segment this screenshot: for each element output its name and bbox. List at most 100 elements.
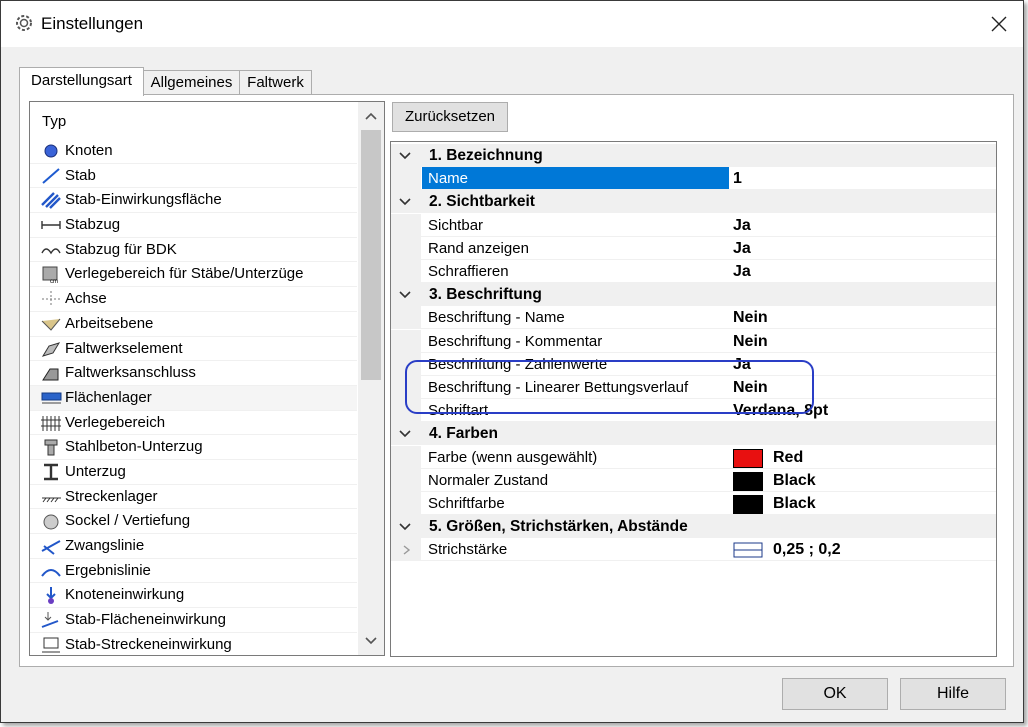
list-item[interactable]: Zwangslinie: [30, 534, 357, 559]
property-category[interactable]: 3. Beschriftung: [391, 283, 996, 307]
property-row[interactable]: Beschriftung - Name Nein: [391, 306, 996, 330]
list-item[interactable]: Stab-Streckeneinwirkung: [30, 633, 357, 655]
ok-button[interactable]: OK: [782, 678, 888, 710]
help-button[interactable]: Hilfe: [900, 678, 1006, 710]
list-item[interactable]: Stab-Flächeneinwirkung: [30, 608, 357, 633]
chevron-down-icon[interactable]: [398, 428, 412, 440]
list-item[interactable]: Stahlbeton-Unterzug: [30, 435, 357, 460]
close-icon: [991, 16, 1007, 32]
property-row[interactable]: Rand anzeigen Ja: [391, 236, 996, 260]
property-name: Beschriftung - Kommentar: [428, 332, 603, 350]
list-item-label: Verlegebereich für Stäbe/Unterzüge: [65, 265, 304, 283]
tab-darstellungsart[interactable]: Darstellungsart: [19, 67, 144, 96]
list-item[interactable]: Knoteneinwirkung: [30, 583, 357, 609]
property-name: Beschriftung - Linearer Bettungsverlauf: [428, 379, 689, 396]
row-divider: [421, 560, 996, 562]
property-value[interactable]: Nein: [733, 306, 768, 329]
gear-icon: [16, 15, 32, 31]
placement-area-bars-icon: cm: [42, 266, 58, 283]
list-item[interactable]: Stab-Einwirkungsfläche: [30, 188, 357, 214]
row-gutter: [391, 306, 421, 330]
list-item[interactable]: Arbeitsebene: [30, 312, 357, 337]
chevron-right-icon[interactable]: [400, 544, 414, 556]
settings-dialog: Einstellungen Darstellungsart Allgemeine…: [0, 0, 1024, 723]
list-item[interactable]: cm Verlegebereich für Stäbe/Unterzüge: [30, 262, 357, 288]
type-list-items: Knoten Stab Stab-Einwirkungsfläche Stabzug S…: [30, 139, 357, 655]
list-item-label: Ergebnislinie: [65, 561, 151, 579]
list-item[interactable]: Stabzug für BDK: [30, 238, 357, 263]
list-item[interactable]: Unterzug: [30, 460, 357, 485]
list-item[interactable]: Sockel / Vertiefung: [30, 509, 357, 534]
tab-faltwerk[interactable]: Faltwerk: [239, 70, 312, 95]
chevron-down-icon[interactable]: [398, 289, 412, 301]
property-name: Sichtbar: [428, 216, 484, 234]
list-item[interactable]: Ergebnislinie: [30, 559, 357, 584]
bar-chain-bdk-icon: [41, 248, 61, 255]
row-gutter: [391, 445, 421, 469]
list-item[interactable]: Verlegebereich: [30, 411, 357, 436]
property-row[interactable]: Schraffieren Ja: [391, 260, 996, 283]
property-category[interactable]: 1. Bezeichnung: [391, 144, 996, 167]
list-item[interactable]: Stab: [30, 164, 357, 189]
list-item[interactable]: Faltwerkselement: [30, 337, 357, 362]
property-row[interactable]: Sichtbar Ja: [391, 213, 996, 237]
property-value[interactable]: 1: [733, 167, 742, 190]
chevron-down-icon[interactable]: [398, 150, 412, 162]
property-category[interactable]: 5. Größen, Strichstärken, Abstände: [391, 515, 996, 539]
list-item-label: Stabzug: [65, 216, 121, 234]
property-row[interactable]: Beschriftung - Kommentar Nein: [391, 329, 996, 353]
row-gutter: [391, 213, 421, 237]
vertical-scrollbar[interactable]: [358, 102, 384, 655]
row-gutter: [391, 260, 421, 283]
work-plane-icon: [41, 318, 61, 331]
property-name: Name: [422, 167, 729, 191]
property-row[interactable]: Normaler Zustand Black: [391, 468, 996, 492]
chevron-up-icon: [365, 112, 377, 120]
chevron-down-icon[interactable]: [398, 196, 412, 208]
property-name: Beschriftung - Zahlenwerte: [428, 355, 608, 373]
list-item[interactable]: Achse: [30, 287, 357, 312]
list-item-label: Flächenlager: [65, 388, 152, 406]
type-list-header: Typ: [42, 113, 67, 130]
property-category[interactable]: 2. Sichtbarkeit: [391, 190, 996, 214]
property-row[interactable]: Beschriftung - Linearer Bettungsverlauf N…: [391, 376, 996, 399]
scroll-thumb[interactable]: [361, 130, 381, 380]
list-item[interactable]: Flächenlager: [30, 385, 357, 411]
property-row[interactable]: Farbe (wenn ausgewählt) Red: [391, 445, 996, 469]
node-icon: [44, 144, 58, 158]
list-item[interactable]: Stabzug: [30, 213, 357, 238]
property-value[interactable]: Ja: [733, 260, 751, 283]
property-value[interactable]: Verdana, 8pt: [733, 399, 828, 422]
property-value[interactable]: Ja: [733, 353, 751, 376]
property-name: Schriftart: [428, 402, 489, 420]
list-item[interactable]: Knoten: [30, 139, 357, 164]
category-label: 4. Farben: [429, 425, 498, 443]
row-gutter: [391, 468, 421, 492]
list-item[interactable]: Faltwerksanschluss: [30, 361, 357, 386]
tab-allgemeines[interactable]: Allgemeines: [143, 70, 240, 95]
property-row[interactable]: Schriftart Verdana, 8pt: [391, 399, 996, 423]
property-row[interactable]: Strichstärke 0,25 ; 0,2: [391, 538, 996, 562]
property-value[interactable]: Nein: [733, 330, 768, 353]
window-title: Einstellungen: [41, 14, 144, 33]
chevron-down-icon[interactable]: [398, 521, 412, 533]
node-action-icon: [46, 587, 56, 605]
property-value[interactable]: Nein: [733, 376, 768, 399]
list-item[interactable]: Streckenlager: [30, 485, 357, 510]
property-category[interactable]: 4. Farben: [391, 422, 996, 446]
close-button[interactable]: [981, 7, 1017, 41]
property-row[interactable]: Beschriftung - Zahlenwerte Ja: [391, 352, 996, 376]
property-row[interactable]: Schriftfarbe Black: [391, 492, 996, 515]
property-value[interactable]: Ja: [733, 237, 751, 260]
axis-icon: [42, 291, 60, 308]
list-item-label: Unterzug: [65, 462, 126, 480]
scroll-down-button[interactable]: [358, 629, 384, 653]
property-row[interactable]: Name 1: [391, 167, 996, 191]
type-list[interactable]: Typ Knoten Stab Stab-Einwirkungsfläche Stab…: [29, 101, 385, 656]
scroll-up-button[interactable]: [358, 104, 384, 128]
bar-line-action-icon: [42, 637, 60, 653]
category-label: 1. Bezeichnung: [429, 147, 543, 164]
list-item-label: Faltwerkselement: [65, 339, 183, 357]
reset-button[interactable]: Zurücksetzen: [392, 102, 508, 132]
property-value[interactable]: Ja: [733, 214, 751, 237]
